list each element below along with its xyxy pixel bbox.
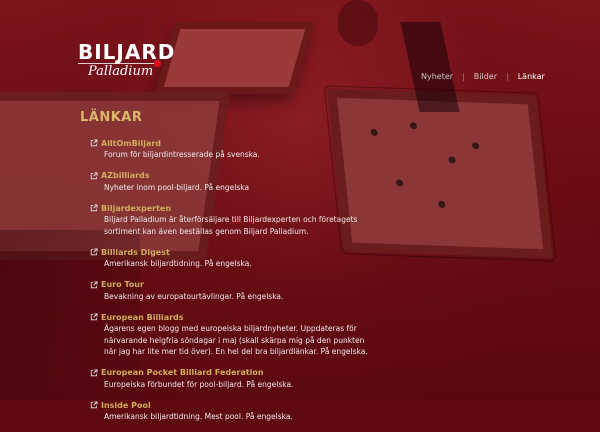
logo-text-sub: Palladium <box>88 64 154 79</box>
link-description: Amerikansk biljardtidning. På engelska. <box>104 259 252 268</box>
link-description: Biljard Palladium är återförsäljare till… <box>104 215 358 236</box>
external-link-icon <box>90 281 98 288</box>
list-item: AlltOmBiljard Forum för biljardintresser… <box>90 137 370 161</box>
page: BILJARD Palladium Nyheter | Bilder | Län… <box>0 0 600 421</box>
external-link-icon <box>90 204 98 212</box>
link-inside-pool[interactable]: Inside Pool <box>101 401 151 410</box>
link-description: Forum för biljardintresserade på svenska… <box>104 150 260 159</box>
link-description: Amerikansk biljardtidning. Mest pool. På… <box>104 412 293 421</box>
page-title: LÄNKAR <box>80 110 143 125</box>
external-link-icon <box>90 401 98 409</box>
list-item: Euro Tour Bevakning av europatourtävling… <box>90 279 370 303</box>
link-european-billiards[interactable]: European Billiards <box>101 313 184 322</box>
nav-separator: | <box>462 72 465 81</box>
logo-red-dot <box>154 60 161 67</box>
link-description: Bevakning av europatourtävlingar. På eng… <box>104 291 284 301</box>
link-description: Europeiska förbundet för pool-biljard. P… <box>104 379 294 389</box>
links-list: AlltOmBiljard Forum för biljardintresser… <box>90 137 370 432</box>
link-alltombiljard[interactable]: AlltOmBiljard <box>101 139 161 148</box>
main-nav: Nyheter | Bilder | Länkar <box>421 72 545 81</box>
link-billiards-digest[interactable]: Billiards Digest <box>101 248 170 257</box>
link-epbf[interactable]: European Pocket Billiard Federation <box>101 368 264 377</box>
list-item: AZbilliards Nyheter inom pool-biljard. P… <box>90 170 370 194</box>
nav-link-lankar[interactable]: Länkar <box>518 72 545 81</box>
link-biljardexperten[interactable]: Biljardexperten <box>101 204 171 213</box>
link-description: Ägarens egen blogg med europeiska biljar… <box>104 324 368 356</box>
logo-text-main: BILJARD <box>78 40 176 64</box>
list-item: Biljardexperten Biljard Palladium är åte… <box>90 202 370 237</box>
external-link-icon <box>90 369 98 376</box>
external-link-icon <box>90 248 98 256</box>
list-item: European Pocket Billiard Federation Euro… <box>90 367 370 391</box>
link-description: Nyheter inom pool-biljard. På engelska <box>104 182 250 192</box>
link-euro-tour[interactable]: Euro Tour <box>101 280 144 289</box>
external-link-icon <box>90 172 98 179</box>
list-item: Inside Pool Amerikansk biljardtidning. M… <box>90 399 370 423</box>
link-azbilliards[interactable]: AZbilliards <box>101 171 150 180</box>
list-item: Billiards Digest Amerikansk biljardtidni… <box>90 246 370 270</box>
external-link-icon <box>90 313 98 321</box>
nav-link-bilder[interactable]: Bilder <box>474 72 497 81</box>
nav-link-nyheter[interactable]: Nyheter <box>421 72 453 81</box>
list-item: European Billiards Ägarens egen blogg me… <box>90 311 370 358</box>
nav-separator: | <box>506 72 509 81</box>
external-link-icon <box>90 139 98 147</box>
